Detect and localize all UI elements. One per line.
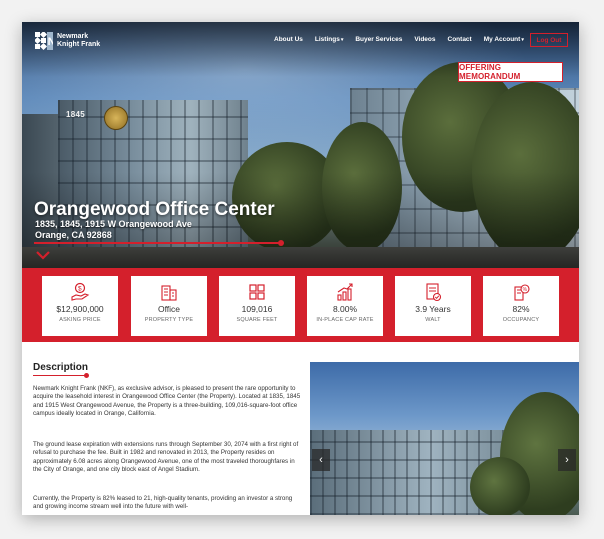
stat-label: IN-PLACE CAP RATE (316, 317, 374, 323)
nav-my-account[interactable]: My Account▾ (484, 36, 524, 43)
main-nav: About Us Listings▾ Buyer Services Videos… (274, 36, 524, 43)
title-underline (34, 242, 281, 244)
svg-text:$: $ (78, 286, 82, 293)
nav-label: About Us (274, 36, 303, 43)
heading-underline-dot (84, 373, 89, 378)
chevron-down-icon[interactable] (36, 248, 50, 262)
chevron-left-icon: ‹ (319, 454, 323, 466)
title-underline-dot (278, 240, 284, 246)
stat-label: PROPERTY TYPE (144, 317, 194, 323)
heading-underline (33, 375, 86, 376)
document-check-icon (426, 283, 442, 302)
stat-label: ASKING PRICE (59, 317, 101, 323)
nav-label: My Account (483, 36, 521, 43)
property-stats: $ $12,900,000 ASKING PRICE Office PROPER… (22, 268, 579, 342)
property-title: Orangewood Office Center (34, 199, 275, 220)
svg-text:N: N (48, 36, 53, 48)
nav-listings[interactable]: Listings▾ (315, 36, 343, 43)
money-hand-icon: $ (71, 282, 90, 301)
brand-line1: Newmark (57, 33, 89, 40)
property-address-line2: Orange, CA 92868 (35, 230, 112, 240)
brand-logo[interactable]: N Newmark Knight Frank (35, 32, 100, 50)
photo-gallery[interactable]: ‹ › (310, 362, 579, 515)
brand-name: Newmark Knight Frank (57, 33, 100, 49)
brand-line2: Knight Frank (57, 41, 101, 48)
chevron-right-icon: › (565, 454, 569, 466)
gallery-tree (470, 457, 530, 515)
stat-value: $12,900,000 (56, 304, 104, 314)
hero-section: 1845 N Newmark Knight Frank About Us Lis… (22, 22, 579, 272)
stat-value: 8.00% (332, 304, 358, 314)
description-paragraph: Currently, the Property is 82% leased to… (33, 495, 293, 511)
chevron-down-icon: ▾ (521, 37, 524, 43)
nav-videos[interactable]: Videos (414, 36, 435, 43)
brand-logo-icon: N (35, 32, 53, 50)
chevron-down-icon: ▾ (340, 37, 344, 43)
stat-value: 109,016 (241, 304, 273, 314)
stat-property-type: Office PROPERTY TYPE (131, 276, 207, 336)
nav-buyer-services[interactable]: Buyer Services (355, 36, 402, 43)
stat-cap-rate: 8.00% IN-PLACE CAP RATE (307, 276, 383, 336)
stat-square-feet: 109,016 SQUARE FEET (219, 276, 295, 336)
stat-occupancy: % 82% OCCUPANCY (483, 276, 559, 336)
stat-label: OCCUPANCY (502, 317, 540, 323)
stat-value: Office (157, 304, 181, 314)
grid-icon (249, 284, 265, 300)
stat-label: WALT (425, 317, 441, 323)
gallery-prev-button[interactable]: ‹ (312, 449, 330, 471)
nav-contact[interactable]: Contact (448, 36, 472, 43)
browser-window: 1845 N Newmark Knight Frank About Us Lis… (22, 22, 579, 515)
office-building-icon (161, 285, 177, 301)
growth-chart-icon (337, 283, 353, 301)
stat-asking-price: $ $12,900,000 ASKING PRICE (42, 276, 118, 336)
building-percent-icon: % (514, 284, 530, 301)
description-heading: Description (33, 362, 89, 373)
svg-text:%: % (523, 287, 528, 293)
nav-label: Videos (414, 36, 436, 43)
stat-walt: 3.9 Years WALT (395, 276, 471, 336)
description-paragraph: Newmark Knight Frank (NKF), as exclusive… (33, 385, 301, 418)
logout-button[interactable]: Log Out (530, 33, 568, 47)
property-address-line1: 1835, 1845, 1915 W Orangewood Ave (35, 219, 192, 229)
gallery-next-button[interactable]: › (558, 449, 576, 471)
stat-label: SQUARE FEET (236, 317, 278, 323)
offering-memorandum-button[interactable]: OFFERING MEMORANDUM (458, 62, 563, 82)
nav-label: Contact (447, 36, 472, 43)
description-paragraph: The ground lease expiration with extensi… (33, 441, 299, 474)
stat-value: 3.9 Years (415, 304, 451, 314)
nav-label: Buyer Services (355, 36, 403, 43)
nav-label: Listings (314, 36, 340, 43)
stat-value: 82% (512, 304, 530, 314)
nav-about-us[interactable]: About Us (274, 36, 303, 43)
